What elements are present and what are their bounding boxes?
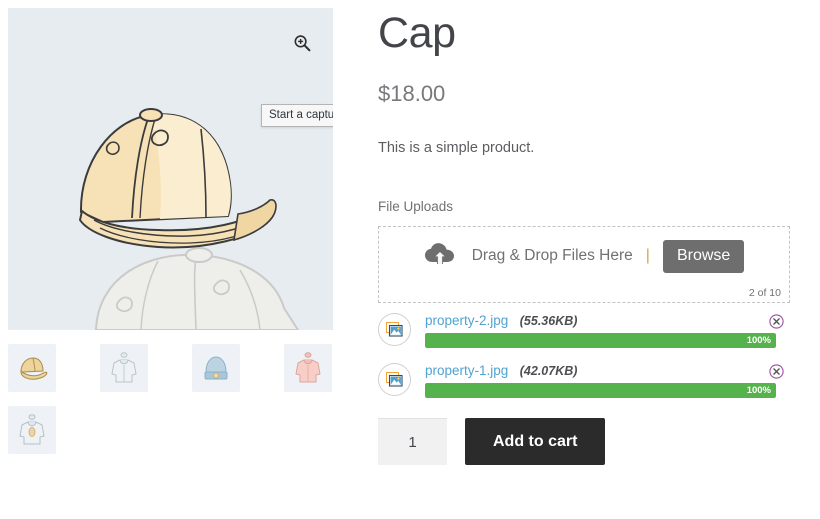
separator: | [645, 247, 650, 265]
main-product-image[interactable]: Start a capture [8, 8, 333, 330]
drag-drop-text: Drag & Drop Files Here [471, 247, 633, 265]
add-to-cart-form: Add to cart [378, 418, 798, 466]
product-description: This is a simple product. [378, 140, 535, 157]
file-meta: property-1.jpg (42.07KB) [425, 362, 790, 380]
upload-progress-fill: 100% [425, 383, 776, 399]
add-to-cart-button[interactable]: Add to cart [465, 418, 606, 466]
zoom-magnifier-icon[interactable] [293, 34, 311, 52]
thumbnail-strip [8, 344, 348, 468]
cap-illustration [8, 8, 333, 330]
file-uploads-label: File Uploads [378, 199, 454, 215]
thumbnail-cap[interactable] [8, 344, 56, 392]
product-price: $18.00 [378, 81, 446, 107]
file-size: (42.07KB) [519, 364, 578, 379]
browse-button[interactable]: Browse [662, 239, 745, 273]
thumbnail-beanie[interactable] [192, 344, 240, 392]
product-summary: Cap $18.00 This is a simple product. Fil… [378, 0, 798, 466]
file-meta: property-2.jpg (55.36KB) [425, 312, 790, 330]
uploaded-file-row: property-2.jpg (55.36KB) 100% [378, 311, 790, 355]
file-name-link[interactable]: property-1.jpg [425, 363, 508, 378]
page-title: Cap [378, 9, 456, 57]
quantity-input[interactable] [378, 418, 447, 466]
thumbnail-hoodie-with-logo[interactable] [8, 406, 56, 454]
uploaded-file-list: property-2.jpg (55.36KB) 100% property-1… [378, 311, 790, 405]
remove-file-button[interactable] [769, 314, 784, 329]
upload-progress-track: 100% [425, 333, 776, 349]
thumbnail-hoodie-pink[interactable] [284, 344, 332, 392]
remove-file-button[interactable] [769, 364, 784, 379]
cloud-upload-icon [424, 242, 456, 271]
file-counter: 2 of 10 [748, 287, 781, 300]
file-dropzone[interactable]: Drag & Drop Files Here | Browse 2 of 10 [378, 226, 790, 304]
upload-progress-fill: 100% [425, 333, 776, 349]
upload-progress-track: 100% [425, 383, 776, 399]
file-size: (55.36KB) [519, 314, 578, 329]
file-name-link[interactable]: property-2.jpg [425, 313, 508, 328]
image-file-icon [378, 363, 411, 397]
thumbnail-hoodie-grey[interactable] [100, 344, 148, 392]
image-file-icon [378, 313, 411, 347]
uploaded-file-row: property-1.jpg (42.07KB) 100% [378, 361, 790, 405]
capture-tooltip: Start a capture [261, 104, 333, 127]
product-gallery: Start a capture [8, 8, 333, 468]
